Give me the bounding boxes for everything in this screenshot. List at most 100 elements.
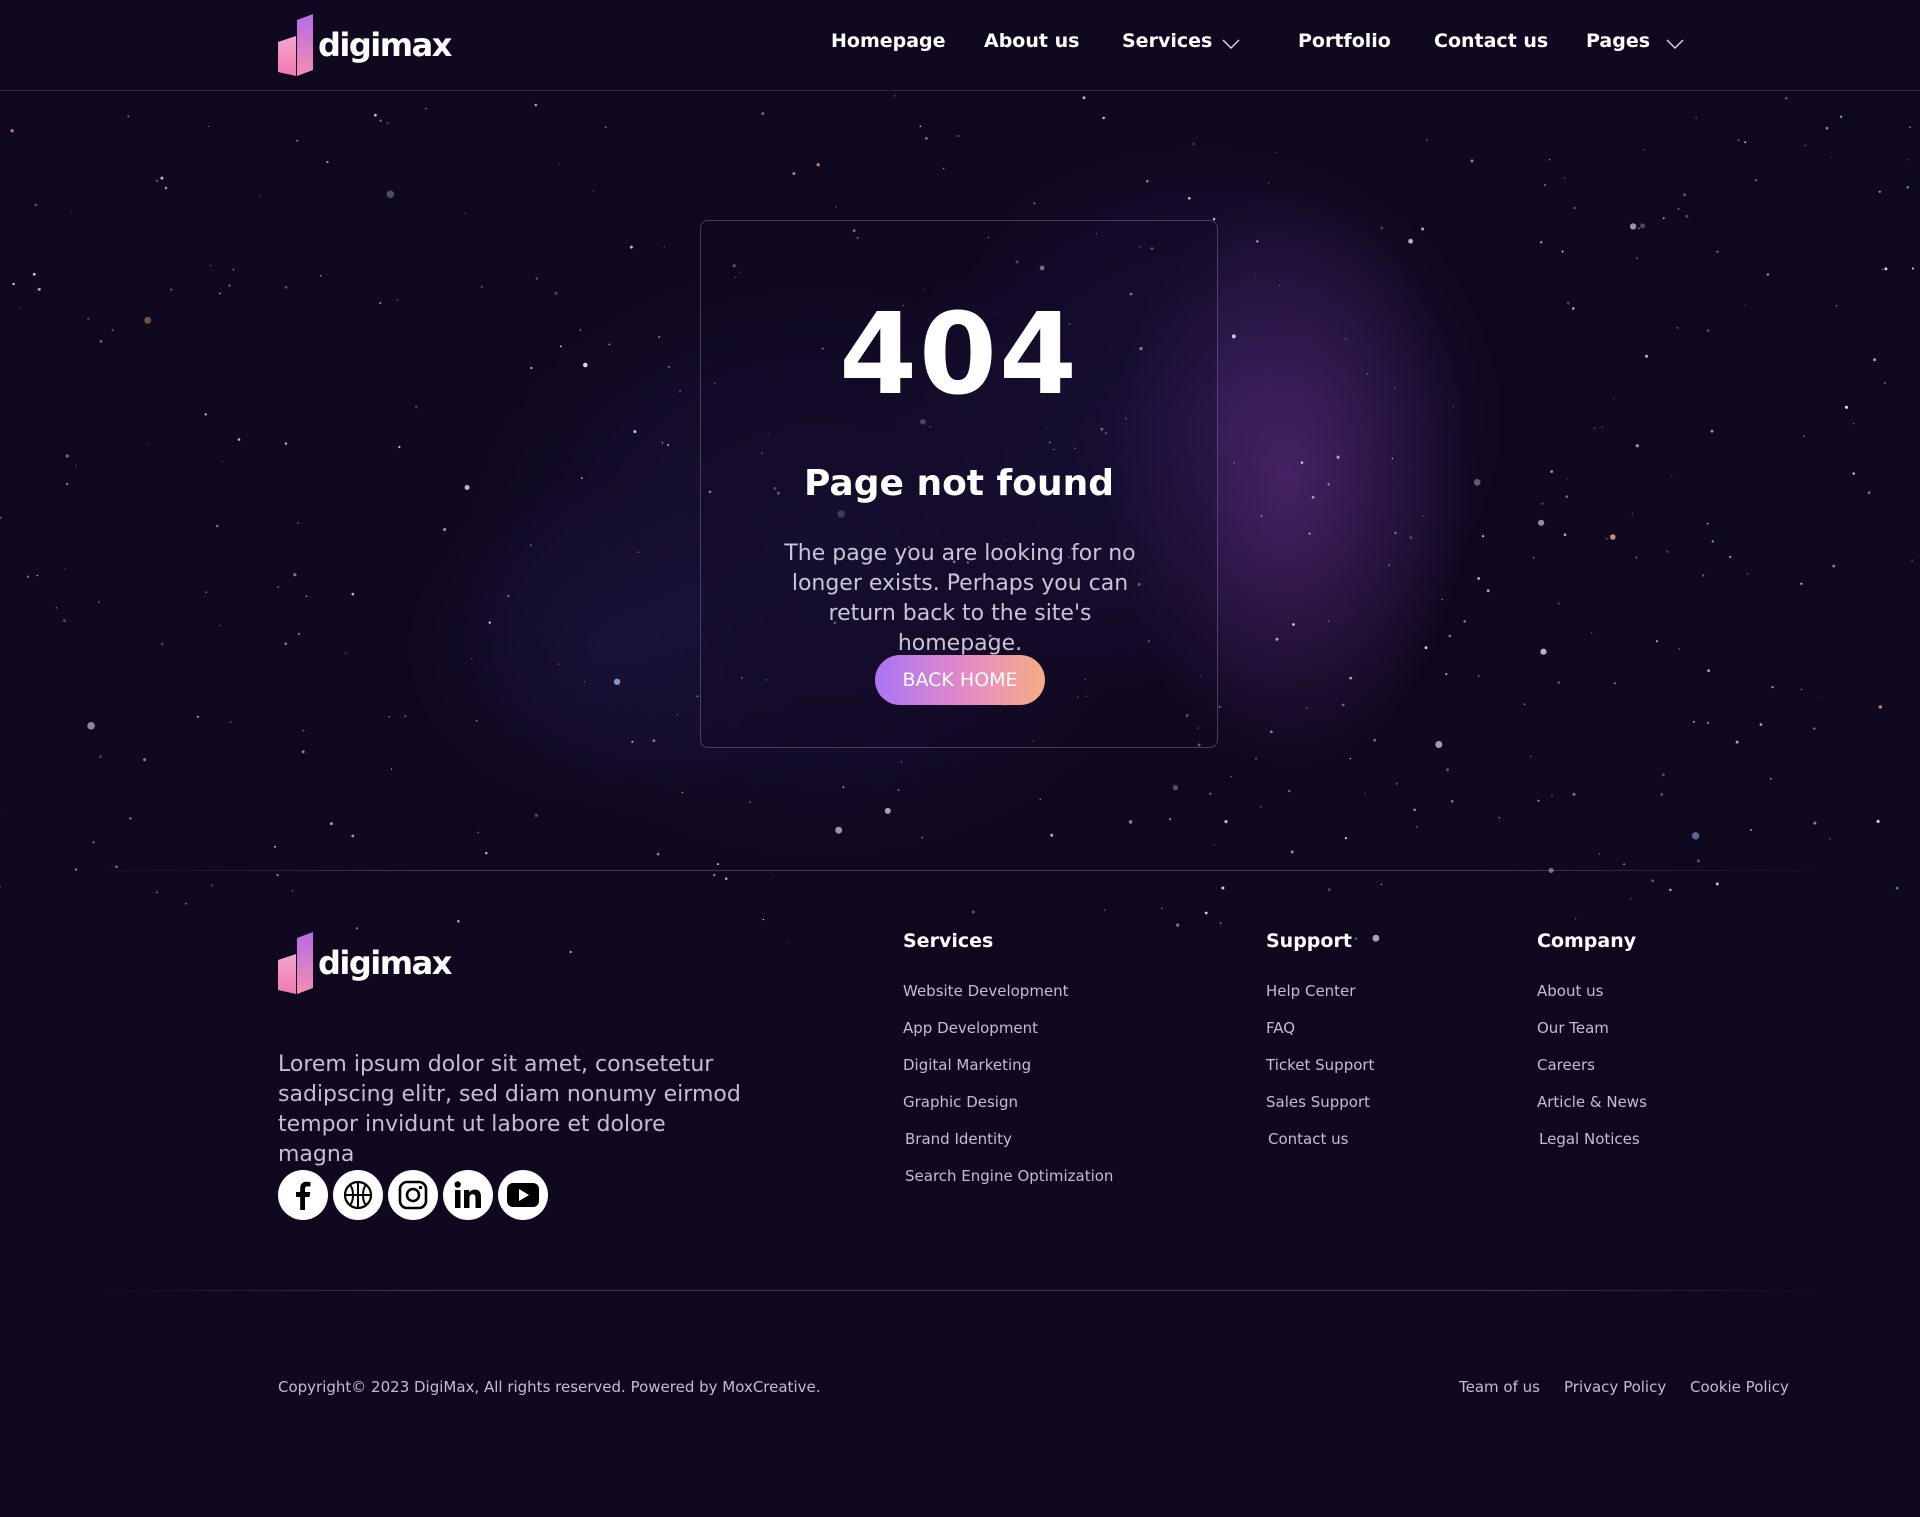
- star: [1565, 495, 1569, 498]
- star: [583, 681, 586, 683]
- star: [530, 366, 533, 370]
- star: [633, 430, 637, 434]
- star: [1441, 598, 1444, 601]
- star: [1610, 534, 1616, 540]
- star: [74, 868, 78, 871]
- nav-portfolio[interactable]: Portfolio: [1298, 30, 1391, 52]
- star: [1636, 257, 1639, 260]
- star: [307, 752, 309, 754]
- star: [1224, 820, 1228, 824]
- star: [1711, 540, 1715, 543]
- star: [1630, 898, 1632, 900]
- star: [893, 95, 896, 97]
- nav-contact-us[interactable]: Contact us: [1434, 30, 1548, 52]
- footer-link-sales-support[interactable]: Sales Support: [1266, 1093, 1370, 1111]
- youtube-icon[interactable]: [498, 1170, 548, 1220]
- star: [1623, 863, 1625, 866]
- nav-about-us[interactable]: About us: [984, 30, 1079, 52]
- star: [629, 245, 633, 249]
- star: [1759, 723, 1763, 726]
- star: [762, 918, 765, 921]
- star: [1204, 911, 1208, 915]
- star: [1635, 556, 1638, 559]
- bottom-link-privacy[interactable]: Privacy Policy: [1564, 1378, 1666, 1396]
- chevron-down-icon[interactable]: [1666, 38, 1684, 50]
- star: [1344, 837, 1347, 840]
- star: [1707, 721, 1710, 724]
- star: [379, 119, 382, 122]
- star: [652, 739, 656, 743]
- bottom-link-team[interactable]: Team of us: [1459, 1378, 1540, 1396]
- star: [1836, 305, 1838, 307]
- star: [581, 477, 583, 479]
- footer-support-heading: Support: [1266, 930, 1352, 952]
- star: [160, 176, 164, 180]
- footer-link-our-team[interactable]: Our Team: [1537, 1019, 1609, 1037]
- footer-link-help-center[interactable]: Help Center: [1266, 982, 1355, 1000]
- nav-services[interactable]: Services: [1122, 30, 1212, 52]
- footer-link-graphic-design[interactable]: Graphic Design: [903, 1093, 1018, 1111]
- nav-homepage[interactable]: Homepage: [831, 30, 946, 52]
- linkedin-icon[interactable]: [443, 1170, 493, 1220]
- footer-link-seo[interactable]: Search Engine Optimization: [905, 1167, 1113, 1185]
- star: [1176, 923, 1180, 927]
- footer-divider-bottom: [80, 1290, 1840, 1291]
- star: [507, 594, 510, 598]
- footer-logo[interactable]: digimax: [278, 932, 452, 994]
- star: [919, 125, 922, 128]
- star: [534, 813, 538, 818]
- star: [19, 308, 21, 309]
- footer-link-legal-notices[interactable]: Legal Notices: [1539, 1130, 1640, 1148]
- star: [1590, 632, 1593, 634]
- footer-link-ticket-support[interactable]: Ticket Support: [1266, 1056, 1374, 1074]
- star: [170, 288, 173, 291]
- footer-link-article-news[interactable]: Article & News: [1537, 1093, 1647, 1111]
- star: [1354, 937, 1358, 940]
- star: [787, 941, 789, 943]
- star: [1800, 582, 1803, 585]
- star: [1754, 179, 1757, 182]
- star: [1830, 156, 1832, 158]
- chevron-down-icon[interactable]: [1222, 38, 1240, 50]
- star: [1540, 648, 1547, 655]
- nav-pages[interactable]: Pages: [1586, 30, 1650, 52]
- star: [1256, 240, 1259, 243]
- star: [1701, 574, 1705, 577]
- dribbble-icon[interactable]: [333, 1170, 383, 1220]
- header-logo[interactable]: digimax: [278, 14, 452, 76]
- star: [1710, 429, 1714, 433]
- footer-link-website-development[interactable]: Website Development: [903, 982, 1069, 1000]
- footer-link-about-us[interactable]: About us: [1537, 982, 1603, 1000]
- star: [1193, 143, 1195, 145]
- instagram-icon[interactable]: [388, 1170, 438, 1220]
- star: [1638, 227, 1640, 230]
- star: [1529, 756, 1532, 758]
- facebook-icon[interactable]: [278, 1170, 328, 1220]
- star: [1104, 909, 1106, 911]
- star: [1327, 620, 1330, 622]
- star: [1561, 250, 1564, 253]
- star: [320, 275, 322, 277]
- footer-link-digital-marketing[interactable]: Digital Marketing: [903, 1056, 1031, 1074]
- error-message: The page you are looking for no longer e…: [784, 541, 1136, 656]
- star: [1336, 455, 1340, 459]
- star: [1478, 675, 1480, 677]
- bottom-link-cookie[interactable]: Cookie Policy: [1690, 1378, 1789, 1396]
- star: [1300, 461, 1304, 464]
- star: [284, 285, 288, 289]
- footer-link-faq[interactable]: FAQ: [1266, 1019, 1295, 1037]
- star: [1349, 757, 1352, 760]
- star: [656, 852, 660, 856]
- star: [1829, 838, 1831, 840]
- star: [1349, 676, 1353, 680]
- footer-link-app-development[interactable]: App Development: [903, 1019, 1038, 1037]
- star: [1275, 637, 1279, 641]
- star: [713, 873, 716, 877]
- footer-link-careers[interactable]: Careers: [1537, 1056, 1595, 1074]
- back-home-button[interactable]: BACK HOME: [875, 655, 1045, 705]
- footer-link-contact-us[interactable]: Contact us: [1268, 1130, 1348, 1148]
- footer-link-brand-identity[interactable]: Brand Identity: [905, 1130, 1012, 1148]
- star: [326, 160, 329, 164]
- star: [613, 678, 621, 685]
- star: [676, 714, 678, 715]
